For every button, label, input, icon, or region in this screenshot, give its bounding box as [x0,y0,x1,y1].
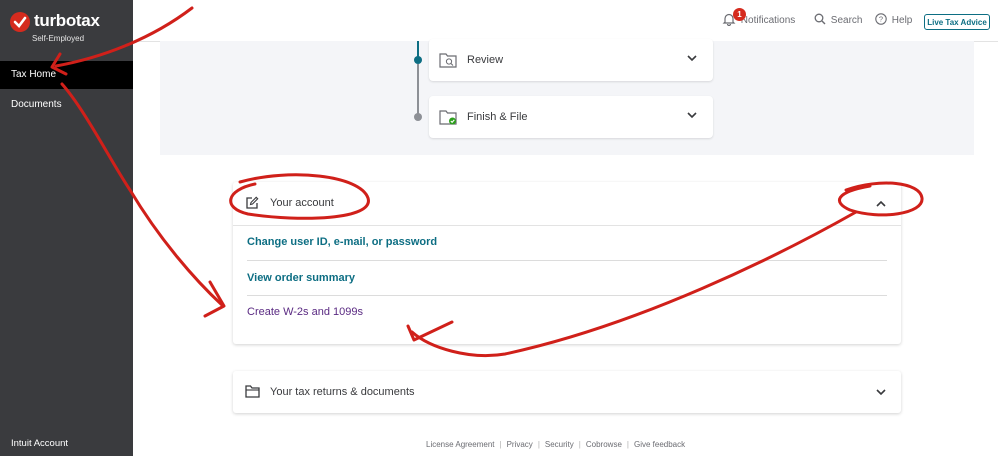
sidebar-item-label: Documents [11,99,62,110]
step-label: Review [467,54,504,66]
your-account-title: Your account [270,197,334,209]
edit-icon [246,196,259,209]
svg-text:?: ? [879,15,883,24]
edition-label: Self-Employed [32,34,85,43]
turbotax-logo[interactable]: turbotax Self-Employed [10,10,125,46]
separator: | [626,440,629,449]
separator: | [499,440,502,449]
live-tax-advice-button[interactable]: Live Tax Advice [924,14,990,30]
chevron-up-icon [876,200,886,207]
help-button[interactable]: ? Help [875,0,912,41]
notifications-count-badge: 1 [733,8,746,21]
view-order-summary-link[interactable]: View order summary [247,261,887,296]
sidebar-item-tax-home[interactable]: Tax Home [0,61,133,89]
folder-icon [245,385,260,398]
step-label: Finish & File [467,111,528,123]
your-account-header[interactable]: Your account [233,182,901,226]
step-dot-completed [414,56,422,64]
footer-links: License Agreement | Privacy | Security | Cobro… [426,440,685,449]
separator: | [578,440,581,449]
help-label: Help [891,15,913,26]
give-feedback-link[interactable]: Give feedback [634,440,685,449]
notifications-label: Notifications [740,15,796,26]
progress-line [417,64,419,116]
annotation-arrowhead-long [203,280,226,318]
change-user-id-link[interactable]: Change user ID, e-mail, or password [247,225,887,260]
chevron-down-icon [687,112,697,119]
chevron-down-icon [876,389,886,396]
separator: | [537,440,540,449]
search-button[interactable]: Search [814,0,862,41]
search-label: Search [830,15,863,26]
chevron-down-icon [687,55,697,62]
license-agreement-link[interactable]: License Agreement [426,440,495,449]
step-finish-file[interactable]: Finish & File [429,96,713,138]
create-w2-1099-link[interactable]: Create W-2s and 1099s [247,295,887,330]
finish-folder-icon [439,110,457,125]
notifications-button[interactable]: Notifications [722,0,795,41]
top-bar [133,0,998,42]
cobrowse-link[interactable]: Cobrowse [586,440,622,449]
brand-name: turbotax [34,11,100,30]
security-link[interactable]: Security [545,440,574,449]
help-icon: ? [875,13,887,25]
intuit-account-link[interactable]: Intuit Account [11,438,68,449]
sidebar-item-documents[interactable]: Documents [0,91,133,119]
search-icon [814,13,826,25]
checkmark-logo-icon [10,12,30,32]
tax-returns-card[interactable]: Your tax returns & documents [233,371,901,413]
sidebar-item-label: Tax Home [11,69,57,80]
review-folder-icon [439,53,457,68]
sidebar: turbotax Self-Employed Tax Home Document… [0,0,133,456]
tax-returns-title: Your tax returns & documents [270,386,415,398]
privacy-link[interactable]: Privacy [507,440,533,449]
your-account-card: Your account Change user ID, e-mail, or … [233,182,901,344]
step-review[interactable]: Review [429,39,713,81]
step-dot-pending [414,113,422,121]
